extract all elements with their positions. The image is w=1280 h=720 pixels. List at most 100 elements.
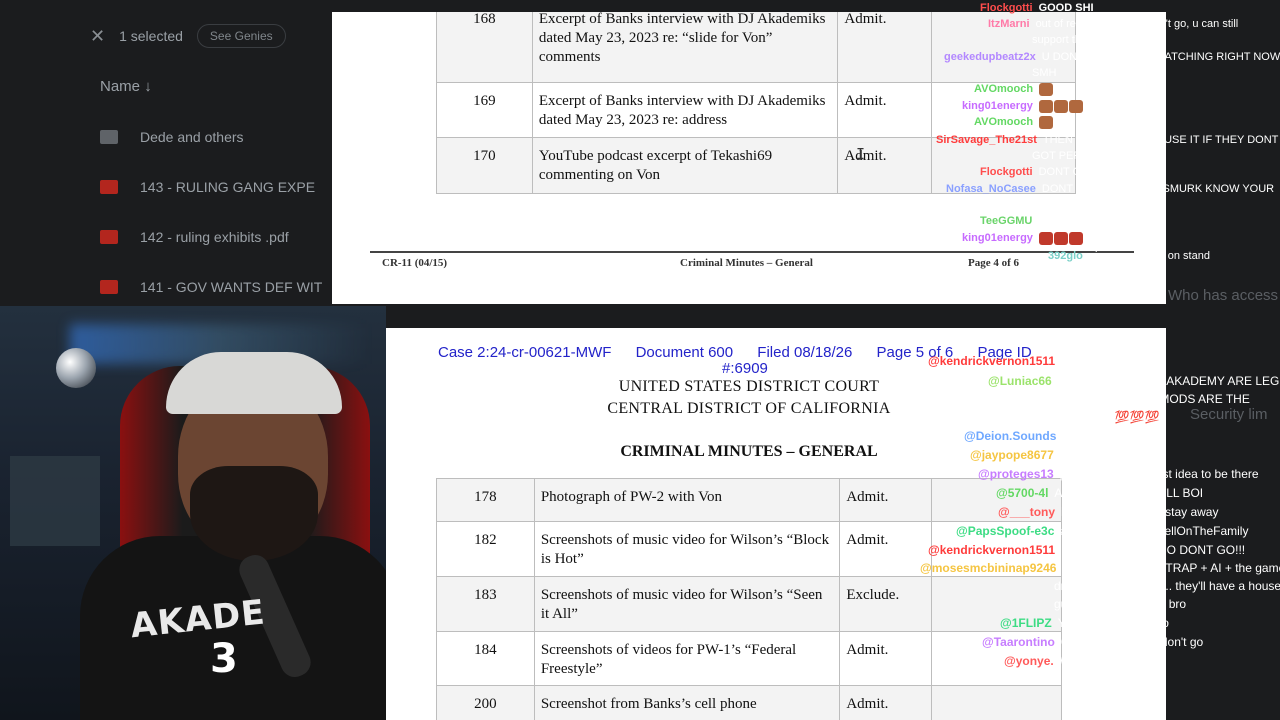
exhibit-ruling: Exclude. <box>839 576 933 632</box>
file-name: 142 - ruling exhibits .pdf <box>140 229 289 245</box>
exhibit-description: Screenshot from Banks’s cell phone <box>533 685 841 720</box>
chat-username: @Deion.Sounds <box>964 429 1057 443</box>
chat-message-continued: support tho <box>1032 33 1087 48</box>
streamer-beard <box>190 466 318 561</box>
exhibit-number: 182 <box>436 521 535 577</box>
chat-username: king01energy <box>962 100 1033 112</box>
chat-username: @yonye. <box>1004 654 1054 668</box>
exhibit-table: 178 Photograph of PW-2 with Von Admit. 1… <box>436 478 1062 720</box>
file-row[interactable]: Dede and others <box>100 122 330 152</box>
exhibit-ruling: Admit. <box>839 685 933 720</box>
chat-username: @Taarontino <box>982 635 1055 649</box>
chat-username: SirSavage_The21st <box>936 134 1037 146</box>
chat-text: AK STOOPID AS HELL BOI <box>1054 486 1204 500</box>
chat-message: SirSavage_The21st THEN HOW CAN THEY USE I… <box>936 133 1278 148</box>
chat-text: THERE IN SUPPORT <box>1032 199 1140 211</box>
exhibit-description: Screenshots of music video for Wilson’s … <box>533 576 841 632</box>
chat-text: Oh shit lmao yeah don't go <box>1060 635 1204 649</box>
disco-ball <box>56 348 96 388</box>
chat-username: @proteges13 <box>978 467 1054 481</box>
emote-icon <box>1038 231 1053 245</box>
chat-username: @mosesmcbininap9246 <box>920 561 1057 575</box>
chat-message: @Deion.Sounds 69 a rat <box>964 427 1103 445</box>
chat-text: AdamX2 Week100 TRAP + AI + the game / <box>1062 561 1280 575</box>
pdf-icon <box>100 180 118 194</box>
table-row: 200 Screenshot from Banks’s cell phone A… <box>436 685 1062 720</box>
jersey-number: 3 <box>210 636 238 682</box>
chat-message: @Taarontino Oh shit lmao yeah don't go <box>982 633 1203 651</box>
chat-text: probably not the best idea to be there <box>1059 467 1259 481</box>
file-row[interactable]: 143 - RULING GANG EXPE <box>100 172 330 202</box>
footer-page: Page 4 of 6 <box>968 257 1020 269</box>
exhibit-number: 169 <box>436 82 533 138</box>
streamer-cap <box>166 352 342 414</box>
chat-username: @5700-4l <box>996 486 1049 500</box>
emote-icon <box>1053 99 1068 113</box>
chat-text: WEIRDOS 💯💯💯 <box>1054 410 1160 424</box>
chat-text: 69 a rat <box>1062 429 1104 443</box>
name-column-header[interactable]: Name ↓ <box>100 78 152 95</box>
chat-text: its probably best to stay away <box>1061 505 1219 519</box>
exhibit-description: Screenshots of videos for PW-1’s “Federa… <box>533 631 841 686</box>
chat-message: @Luniac66 THE MODS IN THE AKADEMY ARE LEG… <box>988 372 1280 390</box>
emote-icon <box>1068 99 1083 113</box>
chat-message: king01energy <box>962 99 1084 114</box>
chat-message: @jaypope8677 Ooh you right <box>970 446 1132 464</box>
chat-message: ItzMarni out of respect for Dark don't go… <box>988 17 1238 32</box>
exhibit-ruling: Admit. <box>837 12 933 83</box>
chat-text: DONT GO!!!! <box>1061 354 1131 368</box>
chat-message-continued: KING AKADEMIKS MODS ARE THE <box>1054 390 1250 408</box>
emote-icon <box>1068 231 1083 245</box>
chat-message: Flockgotti GOOD SHI <box>980 1 1094 16</box>
chat-message: TeeGGMU Ak snitching on Smurk <box>980 214 1148 229</box>
exhibit-number: 168 <box>436 12 533 83</box>
chat-text: Ak snitching on Smurk <box>1038 215 1148 227</box>
file-row[interactable]: 141 - GOV WANTS DEF WIT <box>100 272 330 302</box>
chat-message: Nofasa_NoCasee DONT SIT W/BORK SO SMURK K… <box>946 182 1274 197</box>
chat-text: W AK <box>1059 654 1090 668</box>
chat-message: @___tony its probably best to stay away <box>998 503 1218 521</box>
chat-username: @PapsSpoof-e3c <box>956 524 1055 538</box>
filter-chip[interactable]: See Genies <box>196 24 286 48</box>
security-panel-title: Security lim <box>1190 406 1268 423</box>
chat-username: @___tony <box>998 505 1056 519</box>
chat-message: Flockgotti DONT GO <box>980 165 1090 180</box>
case-number: Case 2:24-cr-00621-MWF <box>438 344 612 361</box>
chat-text: Yeah G that's a no6o <box>1057 616 1169 630</box>
exhibit-description: Excerpt of Banks interview with DJ Akade… <box>531 12 839 83</box>
chat-message: AVOmooch <box>974 115 1054 130</box>
chat-message: geekedupbeatz2x U DONT THINK THEY WATCHIN… <box>944 50 1280 65</box>
file-name: 143 - RULING GANG EXPE <box>140 179 316 195</box>
chat-message: AVOmooch <box>974 82 1054 97</box>
court-district: CENTRAL DISTRICT OF CALIFORNIA <box>607 400 891 417</box>
chat-message: @proteges13 probably not the best idea to… <box>978 465 1259 483</box>
chat-username: TeeGGMU <box>980 215 1033 227</box>
chat-username: @Luniac66 <box>988 374 1052 388</box>
name-header-label: Name <box>100 78 141 95</box>
close-icon[interactable]: ✕ <box>90 26 105 47</box>
exhibit-number: 170 <box>436 137 533 194</box>
chat-message: 392glo nigga gonna go on stand <box>1048 249 1210 264</box>
chat-message: @mosesmcbininap9246 AdamX2 Week100 TRAP +… <box>920 559 1280 577</box>
sort-down-arrow-icon: ↓ <box>144 78 152 95</box>
chat-text: DONT GO DONT GO DONT GO!!! <box>1061 543 1246 557</box>
exhibit-description: YouTube podcast excerpt of Tekashi69 com… <box>531 137 839 194</box>
chat-message: @kendrickvernon1511 DONT GO!!!! <box>928 352 1130 370</box>
file-row[interactable]: 142 - ruling exhibits .pdf <box>100 222 330 252</box>
exhibit-ruling: Admit. <box>839 521 933 577</box>
chat-text: GOT PERMISSION LOL <box>1032 150 1152 162</box>
chat-text: support tho <box>1032 34 1088 46</box>
chat-text: SMH <box>1032 67 1057 79</box>
exhibit-description: Screenshots of music video for Wilson’s … <box>533 521 841 577</box>
chat-username: Flockgotti <box>980 2 1033 14</box>
chat-text: drake , deem & ab ..... they'll have a h… <box>1054 579 1280 593</box>
chat-username: Nofasa_NoCasee <box>946 183 1036 195</box>
chat-username: king01energy <box>962 232 1033 244</box>
exhibit-description: Excerpt of Banks interview with DJ Akade… <box>531 82 839 138</box>
chat-text: THE MODS IN THE AKADEMY ARE LEGIT,T <box>1057 374 1280 388</box>
emote-icon <box>1039 82 1054 96</box>
exhibit-number: 184 <box>436 631 535 686</box>
file-name: 141 - GOV WANTS DEF WIT <box>140 279 323 295</box>
chat-username: @jaypope8677 <box>970 448 1054 462</box>
access-panel-title: Who has access <box>1168 287 1279 304</box>
